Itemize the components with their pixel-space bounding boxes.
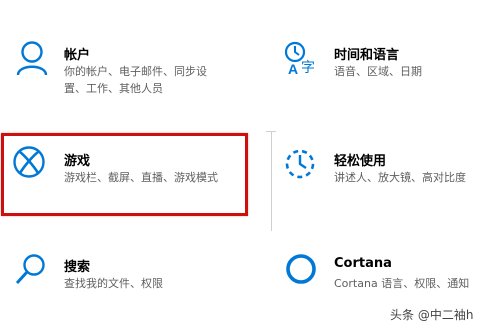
tile-title: 时间和语言 xyxy=(334,48,400,63)
settings-tile-ease-of-access[interactable]: 轻松使用 讲述人、放大镜、高对比度 xyxy=(278,143,483,213)
tile-title: 帐户 xyxy=(64,48,91,63)
highlight-box xyxy=(1,133,248,216)
tile-description-line: 置、工作、其他人员 xyxy=(64,82,163,95)
cortana-icon xyxy=(286,254,316,284)
person-icon xyxy=(16,41,48,76)
tile-description-line: 讲述人、放大镜、高对比度 xyxy=(334,171,466,184)
search-icon xyxy=(15,254,45,285)
watermark: 头条 @中二袖h xyxy=(390,308,474,322)
tile-description-line: Cortana 语言、权限、通知 xyxy=(334,277,470,290)
settings-tile-search[interactable]: 搜索 查找我的文件、权限 xyxy=(10,249,250,309)
svg-text:A: A xyxy=(288,61,298,76)
time-language-icon: A 字 xyxy=(284,41,315,76)
settings-tile-cortana[interactable]: Cortana Cortana 语言、权限、通知 xyxy=(278,249,487,309)
divider xyxy=(271,131,272,231)
ease-of-access-icon xyxy=(285,149,315,179)
tile-description-line: 语音、区域、日期 xyxy=(334,65,422,78)
svg-text:字: 字 xyxy=(301,60,315,76)
settings-tile-time-language[interactable]: A 字 时间和语言 语音、区域、日期 xyxy=(278,36,483,116)
tile-title: 轻松使用 xyxy=(334,154,387,169)
tile-description-line: 查找我的文件、权限 xyxy=(64,277,163,290)
tile-title: Cortana xyxy=(334,256,392,271)
settings-tile-accounts[interactable]: 帐户 你的帐户、电子邮件、同步设 置、工作、其他人员 xyxy=(10,36,250,116)
tile-title: 搜索 xyxy=(64,260,91,275)
